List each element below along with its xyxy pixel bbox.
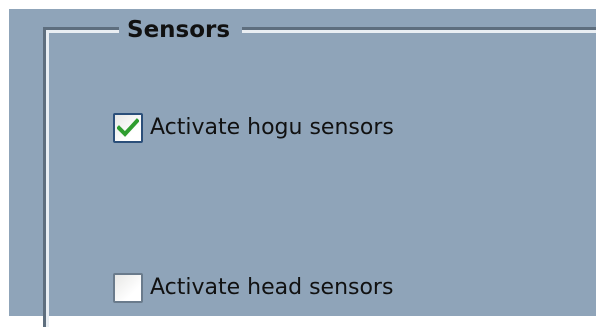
activate-head-sensors-label: Activate head sensors bbox=[150, 275, 394, 300]
checkmark-icon bbox=[117, 118, 139, 137]
sensors-group-title: Sensors bbox=[119, 16, 243, 44]
activate-head-sensors-checkbox[interactable] bbox=[113, 273, 143, 303]
activate-hogu-sensors-option[interactable]: Activate hogu sensors bbox=[113, 113, 394, 143]
activate-hogu-sensors-checkbox[interactable] bbox=[113, 113, 143, 143]
app-window: { "sensors_group": { "title": "Sensors",… bbox=[0, 0, 596, 327]
activate-hogu-sensors-label: Activate hogu sensors bbox=[150, 115, 394, 140]
activate-head-sensors-option[interactable]: Activate head sensors bbox=[113, 273, 393, 303]
